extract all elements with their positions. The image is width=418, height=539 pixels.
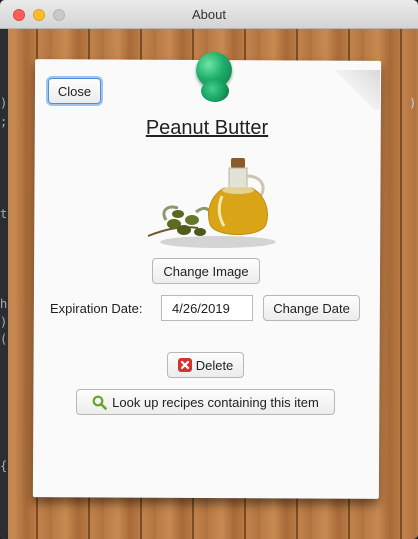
delete-x-icon	[177, 358, 192, 372]
expiration-date-field[interactable]	[161, 295, 253, 321]
close-button[interactable]: Close	[48, 78, 101, 104]
delete-button[interactable]: Delete	[167, 352, 244, 378]
background-code-char: t	[0, 207, 8, 221]
item-image	[147, 158, 276, 248]
background-code-char: )	[0, 315, 8, 329]
about-window: About ) ; t h ) ( { ) Close Peanut Butte…	[0, 0, 418, 539]
change-image-button[interactable]: Change Image	[152, 258, 260, 284]
lookup-recipes-button[interactable]: Look up recipes containing this item	[76, 389, 335, 415]
paper-curl	[330, 70, 380, 110]
search-icon	[92, 395, 107, 410]
lookup-recipes-label: Look up recipes containing this item	[112, 394, 319, 410]
background-code-char: {	[0, 459, 8, 473]
background-code-char: h	[0, 297, 8, 311]
change-date-button[interactable]: Change Date	[263, 295, 360, 321]
background-code-char: ;	[0, 115, 8, 129]
item-name-title: Peanut Butter	[145, 117, 269, 139]
background-code-char: )	[0, 96, 8, 110]
window-title: About	[192, 7, 226, 22]
pushpin-base	[201, 80, 229, 102]
delete-label: Delete	[195, 357, 234, 373]
background-code-char: (	[0, 332, 8, 346]
background-code-char: )	[409, 96, 417, 110]
expiration-date-label: Expiration Date:	[50, 301, 143, 316]
title-bar: About	[0, 0, 418, 29]
